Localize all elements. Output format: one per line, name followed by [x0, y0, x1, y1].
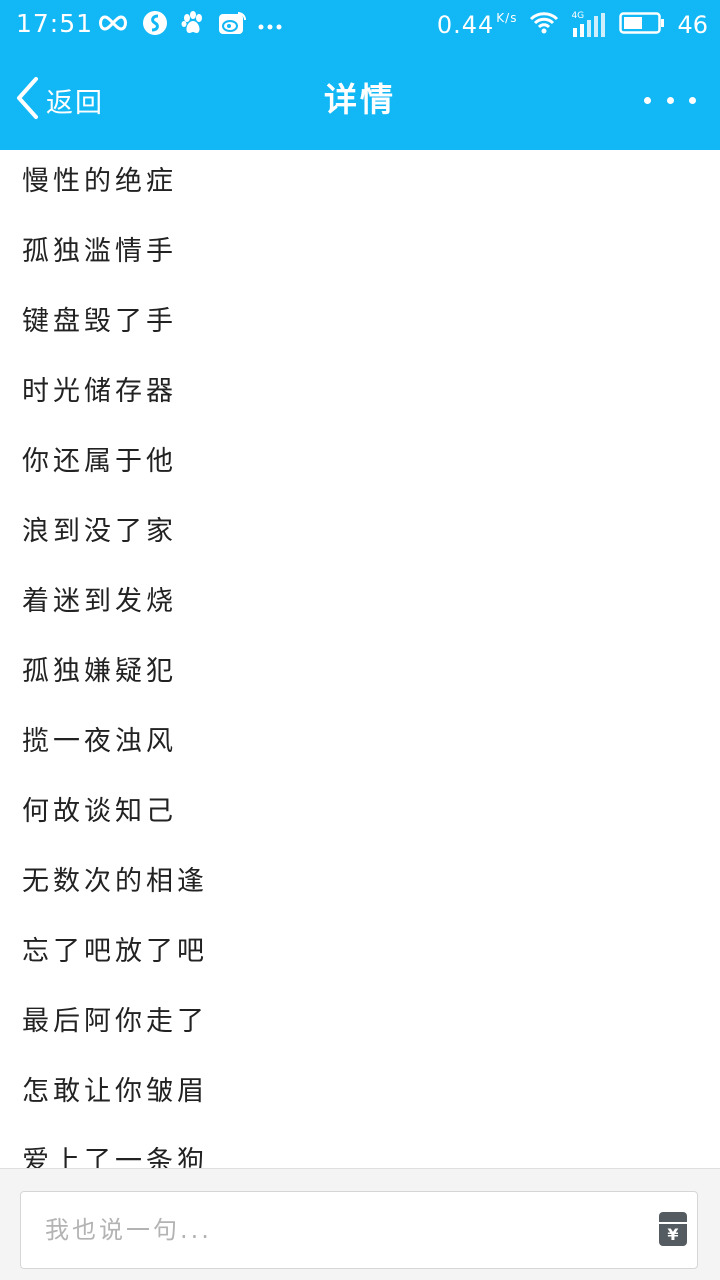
text-line: 忘了吧放了吧 [22, 936, 208, 967]
red-packet-symbol: ¥ [667, 1225, 679, 1244]
text-line: 揽一夜浊风 [22, 726, 177, 757]
text-line: 孤独滥情手 [22, 236, 177, 267]
infinity-icon [96, 13, 130, 37]
text-line: 键盘毁了手 [22, 306, 177, 337]
battery-level: 46 [677, 11, 708, 39]
text-line: 浪到没了家 [22, 516, 177, 547]
more-notifications-icon [258, 16, 282, 35]
battery-icon [619, 12, 665, 38]
comment-bar: ¥ [0, 1168, 720, 1280]
chevron-left-icon [14, 75, 40, 125]
text-line: 孤独嫌疑犯 [22, 656, 177, 687]
red-packet-icon[interactable]: ¥ [659, 1212, 687, 1246]
status-bar: 17:51 0.44 K/s 4G 46 [0, 0, 720, 50]
more-dot-icon [644, 96, 651, 104]
status-time: 17:51 [16, 9, 94, 38]
signal-icon: 4G [571, 12, 607, 38]
comment-box: ¥ [20, 1191, 698, 1269]
detail-content[interactable]: 慢性的绝症 孤独滥情手 键盘毁了手 时光储存器 你还属于他 浪到没了家 着迷到发… [0, 150, 720, 1168]
text-line: 时光储存器 [22, 376, 177, 407]
comment-input[interactable] [21, 1192, 641, 1268]
back-label: 返回 [46, 87, 104, 119]
text-line: 何故谈知己 [22, 796, 177, 827]
more-options-button[interactable] [644, 84, 696, 116]
red-packet-flap [659, 1212, 687, 1224]
text-line: 着迷到发烧 [22, 586, 177, 617]
text-line: 怎敢让你皱眉 [22, 1076, 208, 1107]
more-dot-icon [689, 96, 696, 104]
app-s-icon [142, 10, 168, 40]
text-line: 无数次的相逢 [22, 866, 208, 897]
app-root: 17:51 0.44 K/s 4G 46 返回 详情 慢性的绝症 孤独滥情手 键… [0, 0, 720, 1280]
status-right: 0.44 K/s 4G 46 [437, 9, 708, 41]
notification-icons [96, 10, 282, 40]
text-line: 你还属于他 [22, 446, 177, 477]
back-button[interactable]: 返回 [14, 76, 104, 124]
wifi-icon [529, 11, 559, 39]
net-speed: 0.44 K/s [436, 11, 518, 39]
text-line: 最后阿你走了 [22, 1006, 208, 1037]
baidu-paw-icon [180, 10, 206, 40]
text-line: 慢性的绝症 [22, 166, 177, 197]
weibo-icon [218, 11, 246, 39]
page-title: 详情 [324, 80, 396, 119]
more-dot-icon [666, 96, 674, 104]
text-line: 爱上了一条狗 [22, 1146, 208, 1168]
nav-header: 返回 详情 [0, 50, 720, 150]
